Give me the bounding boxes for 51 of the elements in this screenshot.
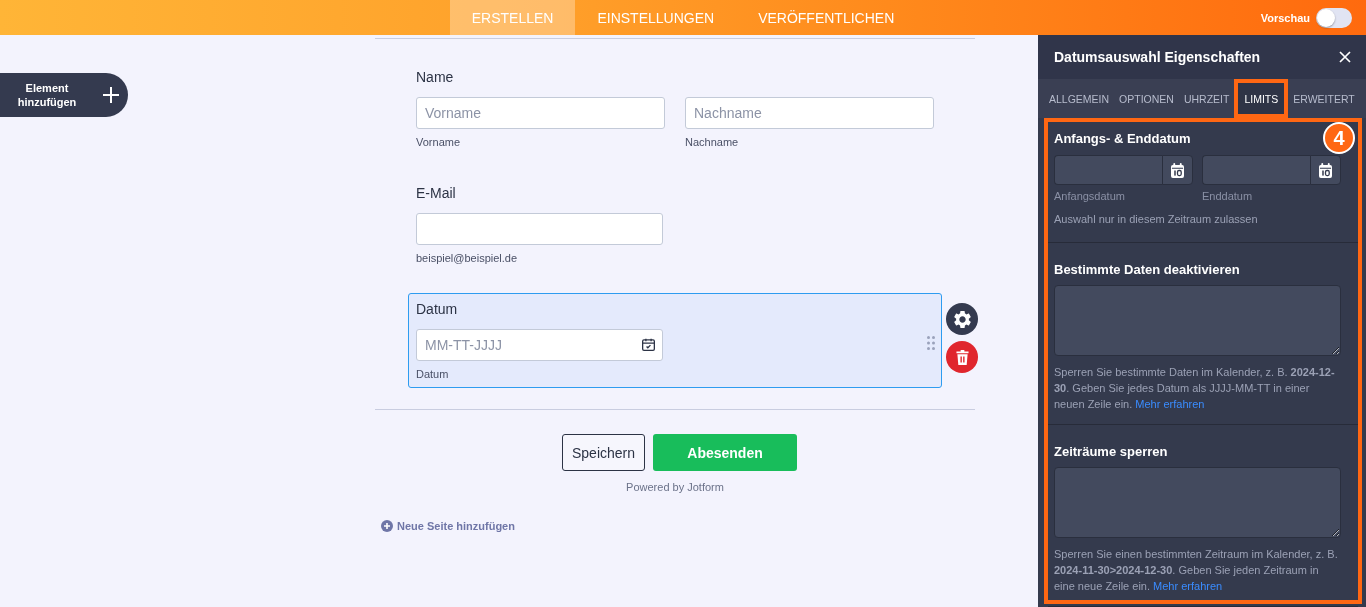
help-text: Sperren Sie einen bestimmten Zeitraum im Kalender, z. B. 2024-11-30>2024-12-30. Geben Sie jeden Zeitraum in eine neue Zeile ein. Mehr erfahren	[1054, 547, 1339, 594]
field-sublabel: Nachname	[685, 135, 739, 149]
panel-title: Datumsauswahl Eigenschaften	[1054, 49, 1261, 65]
panel-tab[interactable]: ERWEITERT	[1288, 79, 1360, 118]
panel-tab[interactable]: OPTIONEN	[1114, 79, 1179, 118]
text-input[interactable]: Vorname	[416, 97, 665, 129]
calendar-icon	[642, 338, 655, 351]
panel-tab[interactable]: UHRZEIT	[1178, 79, 1235, 118]
drag-handle-icon[interactable]	[927, 336, 935, 350]
field-label: Name	[416, 68, 454, 87]
section-title: Zeiträume sperren	[1054, 443, 1168, 461]
settings-button[interactable]	[946, 303, 978, 335]
date-input[interactable]	[1202, 155, 1310, 185]
field-label: Datum	[416, 300, 458, 319]
add-page-button[interactable]: Neue Seite hinzufügen	[381, 519, 515, 533]
learn-more-link[interactable]: Mehr erfahren	[1135, 398, 1205, 410]
calendar-button[interactable]	[1162, 155, 1193, 185]
calendar-icon	[1171, 162, 1184, 178]
powered-by-text: Powered by Jotform	[626, 480, 724, 494]
step-badge: 4	[1323, 122, 1355, 154]
field-label: E-Mail	[416, 184, 456, 203]
delete-button[interactable]	[946, 341, 978, 373]
section-title: Bestimmte Daten deaktivieren	[1054, 261, 1240, 279]
date-input[interactable]	[1054, 155, 1162, 185]
panel-tab[interactable]: ALLGEMEIN	[1044, 79, 1115, 118]
add-element-button[interactable]: Element hinzufügen	[0, 73, 128, 117]
learn-more-link[interactable]: Mehr erfahren	[1153, 580, 1223, 592]
text-area[interactable]	[1054, 285, 1341, 356]
field-sublabel: Vorname	[416, 135, 461, 149]
email-input[interactable]	[416, 213, 663, 245]
panel-tab[interactable]: LIMITS	[1234, 79, 1289, 118]
gear-icon	[953, 310, 971, 328]
field-sublabel: beispiel@beispiel.de	[416, 251, 518, 265]
close-icon	[1339, 51, 1351, 63]
section-title: Anfangs- & Enddatum	[1054, 130, 1191, 148]
help-text: Auswahl nur in diesem Zeitraum zulassen	[1054, 212, 1259, 227]
trash-icon	[955, 349, 969, 365]
plus-icon	[103, 87, 119, 103]
text-area[interactable]	[1054, 467, 1341, 538]
save-button[interactable]: Speichern	[562, 434, 645, 471]
calendar-icon	[1319, 162, 1332, 178]
close-button[interactable]	[1339, 51, 1351, 63]
input-label: Enddatum	[1202, 189, 1253, 203]
text-input[interactable]: Nachname	[685, 97, 934, 129]
plus-circle-icon	[381, 520, 393, 532]
input-label: Anfangsdatum	[1054, 189, 1125, 203]
preview-toggle[interactable]	[1316, 7, 1352, 28]
help-text: Sperren Sie bestimmte Daten im Kalender, z. B. 2024-12-30. Geben Sie jedes Datum als JJJJ-MM-TT in einer neuen Zeile ein. Mehr erfahren	[1054, 365, 1336, 412]
calendar-button[interactable]	[1310, 155, 1341, 185]
field-sublabel: Datum	[416, 367, 449, 381]
preview-label: Vorschau	[1260, 11, 1310, 24]
